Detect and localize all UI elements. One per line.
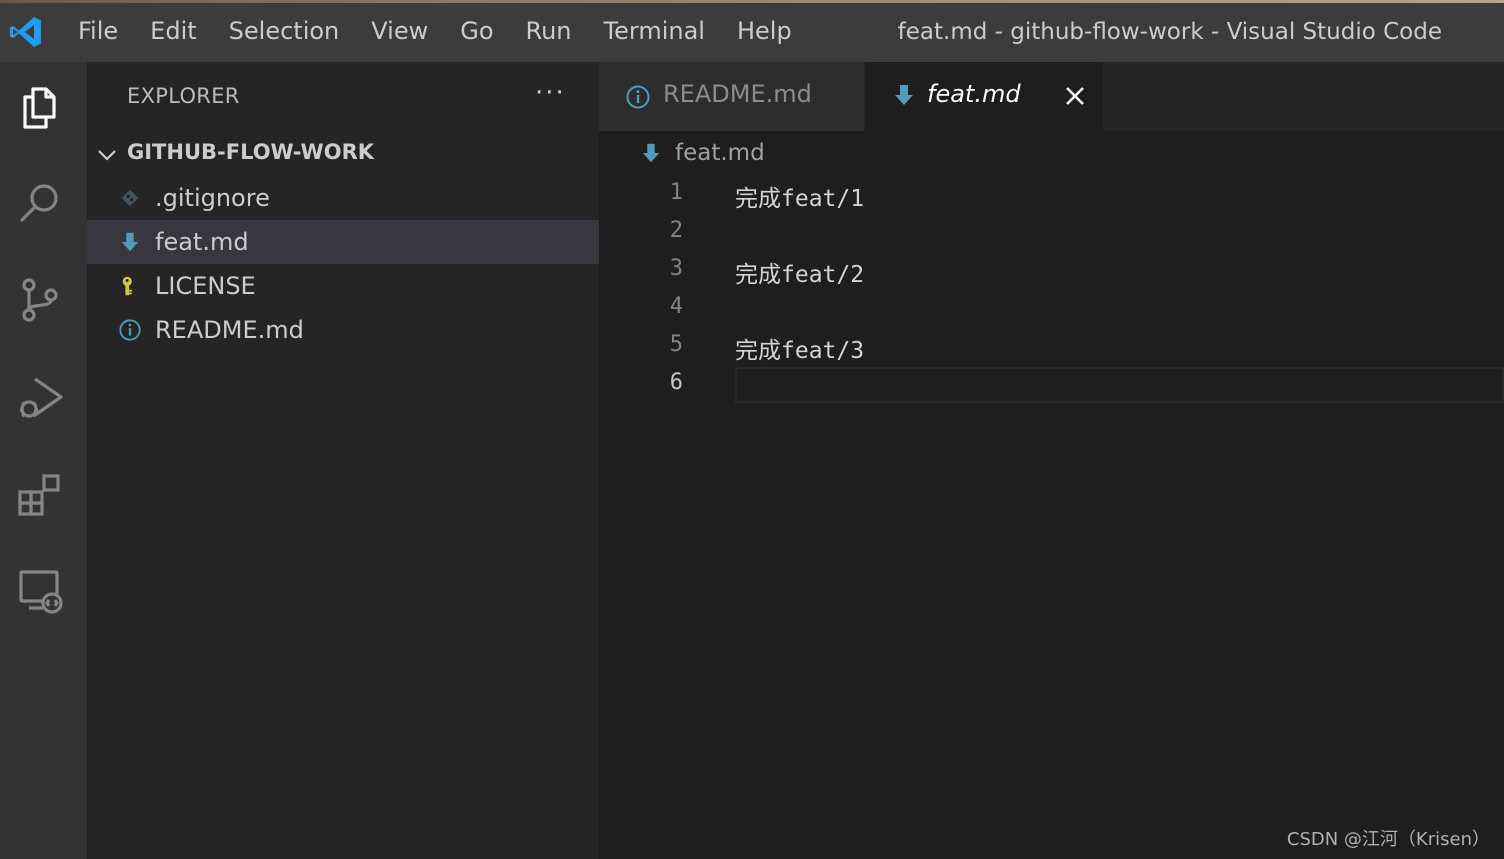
menu-terminal[interactable]: Terminal	[588, 0, 721, 62]
tab-label: feat.md	[927, 80, 1021, 108]
menu-selection[interactable]: Selection	[213, 0, 356, 62]
menu-bar: File Edit Selection View Go Run Terminal…	[62, 0, 808, 62]
editor-area: README.md feat.md feat.md 1 完成feat/1 2 3…	[599, 62, 1504, 859]
remote-explorer-icon[interactable]	[10, 560, 70, 620]
line-number: 4	[669, 294, 683, 319]
git-icon	[117, 185, 143, 211]
file-label: feat.md	[155, 228, 249, 256]
tab-readme[interactable]: README.md	[599, 62, 864, 131]
explorer-icon[interactable]	[10, 77, 70, 137]
activity-bar	[0, 62, 87, 859]
code-line[interactable]: 4	[599, 290, 1504, 328]
line-number: 2	[669, 218, 683, 243]
info-icon	[117, 317, 143, 343]
menu-run[interactable]: Run	[510, 0, 588, 62]
menu-view[interactable]: View	[355, 0, 444, 62]
markdown-download-icon	[642, 143, 660, 163]
line-text: 完成feat/1	[735, 186, 865, 212]
license-key-icon	[117, 273, 143, 299]
source-control-icon[interactable]	[10, 270, 70, 330]
menu-help[interactable]: Help	[721, 0, 808, 62]
line-number: 6	[669, 370, 683, 395]
line-number: 5	[669, 332, 683, 357]
file-label: .gitignore	[155, 184, 270, 212]
search-icon[interactable]	[10, 174, 70, 234]
line-text: 完成feat/3	[735, 338, 865, 364]
file-label: LICENSE	[155, 272, 256, 300]
vscode-logo-icon	[10, 17, 41, 47]
run-debug-icon[interactable]	[10, 367, 70, 427]
explorer-sidebar: EXPLORER ··· GITHUB-FLOW-WORK .gitignore…	[87, 62, 599, 859]
window-title: feat.md - github-flow-work - Visual Stud…	[897, 19, 1442, 45]
folder-github-flow-work[interactable]: GITHUB-FLOW-WORK	[87, 132, 599, 176]
line-number: 1	[669, 180, 683, 205]
close-icon[interactable]	[1061, 82, 1089, 110]
code-line[interactable]: 1 完成feat/1	[599, 176, 1504, 214]
file-label: README.md	[155, 316, 304, 344]
sidebar-title: EXPLORER	[127, 84, 240, 108]
chevron-down-icon	[98, 150, 116, 161]
code-line[interactable]: 3 完成feat/2	[599, 252, 1504, 290]
tab-feat-md[interactable]: feat.md	[865, 62, 1103, 131]
watermark: CSDN @江河（Krisen）	[1286, 829, 1490, 850]
code-line[interactable]: 5 完成feat/3	[599, 328, 1504, 366]
breadcrumb-label: feat.md	[675, 140, 765, 166]
code-line[interactable]: 2	[599, 214, 1504, 252]
file-item-license[interactable]: LICENSE	[87, 264, 599, 308]
tab-label: README.md	[663, 80, 812, 108]
markdown-download-icon	[117, 229, 143, 255]
code-line[interactable]: 6	[599, 366, 1504, 404]
sidebar-header: EXPLORER ···	[87, 62, 599, 132]
menu-file[interactable]: File	[62, 0, 134, 62]
line-number: 3	[669, 256, 683, 281]
menu-go[interactable]: Go	[444, 0, 509, 62]
folder-name: GITHUB-FLOW-WORK	[127, 140, 375, 164]
file-item-feat-md[interactable]: feat.md	[87, 220, 599, 264]
breadcrumb[interactable]: feat.md	[599, 131, 1504, 177]
extensions-icon[interactable]	[10, 464, 70, 524]
menu-edit[interactable]: Edit	[134, 0, 212, 62]
tab-bar: README.md feat.md	[599, 62, 1504, 131]
line-text: 完成feat/2	[735, 262, 865, 288]
more-actions-button[interactable]: ···	[535, 78, 566, 108]
title-bar: File Edit Selection View Go Run Terminal…	[0, 0, 1504, 62]
file-item-readme[interactable]: README.md	[87, 308, 599, 352]
file-item-gitignore[interactable]: .gitignore	[87, 176, 599, 220]
info-icon	[626, 85, 650, 109]
markdown-download-icon	[895, 85, 913, 105]
